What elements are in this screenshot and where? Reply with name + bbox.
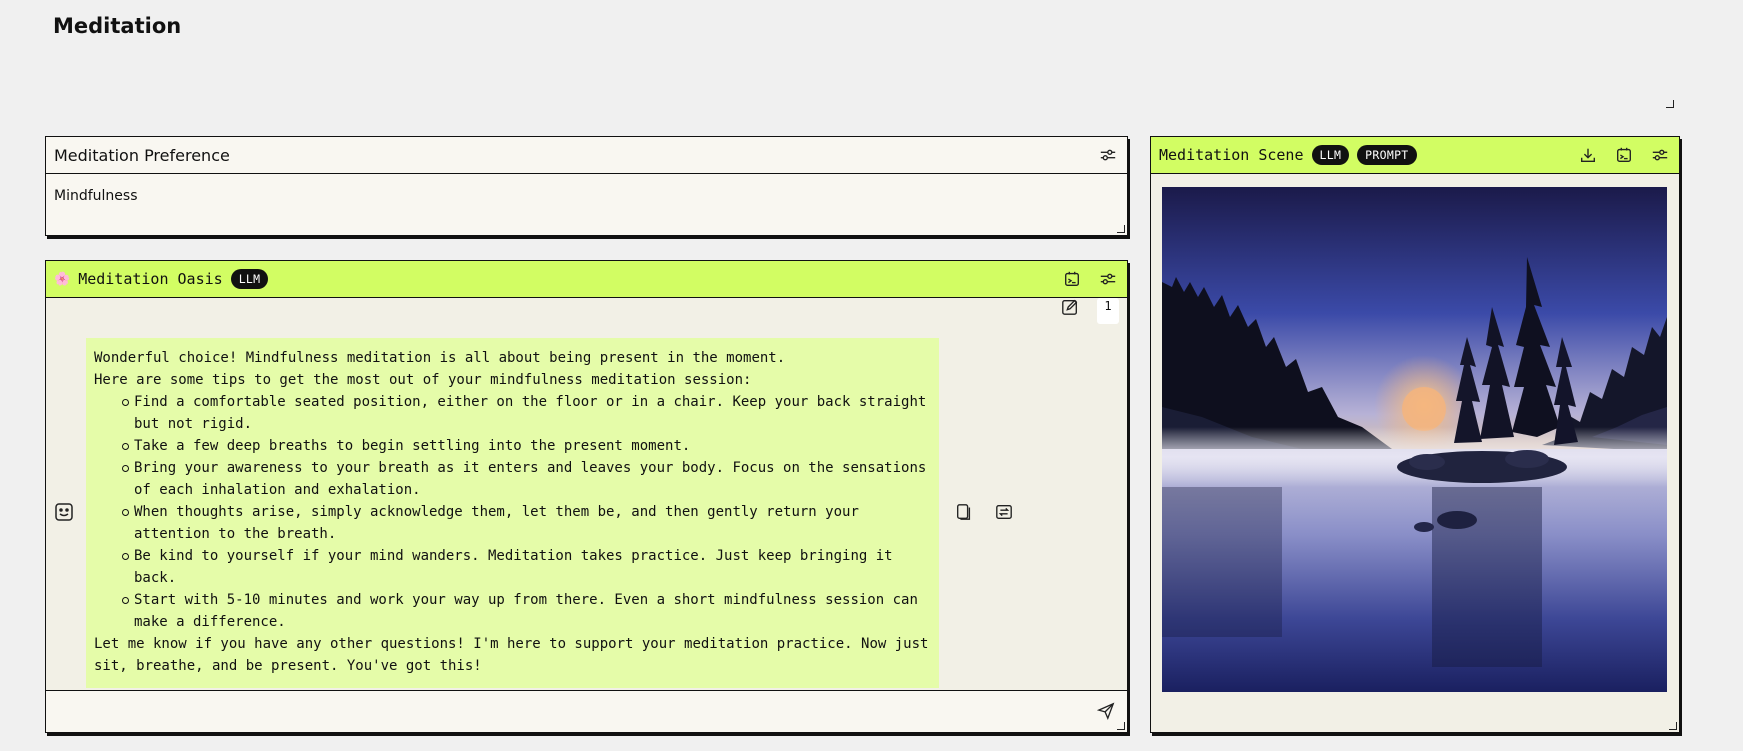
page-title: Meditation bbox=[53, 14, 182, 38]
list-item: Bring your awareness to your breath as i… bbox=[122, 457, 931, 501]
copy-icon bbox=[957, 504, 971, 520]
page-resize-handle[interactable] bbox=[1666, 100, 1674, 108]
sliders-icon bbox=[1100, 149, 1116, 161]
lake-scene-illustration bbox=[1162, 187, 1667, 692]
chat-input[interactable] bbox=[54, 697, 1054, 725]
list-item: Start with 5-10 minutes and work your wa… bbox=[122, 589, 931, 633]
message-lead: Here are some tips to get the most out o… bbox=[94, 372, 752, 388]
oasis-settings-button[interactable] bbox=[1097, 268, 1119, 290]
sliders-icon bbox=[1652, 149, 1668, 161]
message-count-badge: 1 bbox=[1097, 298, 1119, 324]
list-item: When thoughts arise, simply acknowledge … bbox=[122, 501, 931, 545]
export-icon bbox=[1065, 271, 1079, 286]
preference-header: Meditation Preference bbox=[46, 137, 1127, 174]
download-icon bbox=[1581, 148, 1595, 162]
list-item: Find a comfortable seated position, eith… bbox=[122, 391, 931, 435]
pencil-icon bbox=[1062, 299, 1078, 315]
export-icon bbox=[1617, 147, 1631, 162]
preference-panel: Meditation Preference Mindfulness bbox=[45, 136, 1128, 236]
regenerate-message-button[interactable] bbox=[993, 501, 1015, 523]
preference-resize-handle[interactable] bbox=[1117, 225, 1125, 233]
scene-body bbox=[1151, 174, 1679, 732]
regenerate-icon bbox=[996, 505, 1012, 519]
sliders-icon bbox=[1100, 273, 1116, 285]
copy-message-button[interactable] bbox=[953, 501, 975, 523]
flower-emoji: 🌸 bbox=[54, 271, 71, 287]
scene-panel: Meditation Scene LLM PROMPT bbox=[1150, 136, 1680, 733]
send-button[interactable] bbox=[1095, 700, 1117, 722]
scene-prompt-tag: PROMPT bbox=[1357, 145, 1417, 165]
list-item: Take a few deep breaths to begin settlin… bbox=[122, 435, 931, 457]
list-item: Be kind to yourself if your mind wanders… bbox=[122, 545, 931, 589]
scene-header: Meditation Scene LLM PROMPT bbox=[1151, 137, 1679, 174]
oasis-resize-handle[interactable] bbox=[1117, 722, 1125, 730]
oasis-export-button[interactable] bbox=[1061, 268, 1083, 290]
send-icon bbox=[1097, 702, 1115, 720]
scene-title: Meditation Scene bbox=[1159, 146, 1304, 164]
oasis-header: 🌸 Meditation Oasis LLM bbox=[46, 261, 1127, 298]
scene-download-button[interactable] bbox=[1577, 144, 1599, 166]
scene-llm-tag: LLM bbox=[1311, 145, 1350, 165]
scene-export-button[interactable] bbox=[1613, 144, 1635, 166]
oasis-llm-tag: LLM bbox=[230, 269, 269, 289]
chat-input-bar bbox=[46, 690, 1127, 732]
preference-settings-button[interactable] bbox=[1097, 144, 1119, 166]
oasis-title: Meditation Oasis bbox=[78, 270, 223, 288]
preference-value[interactable]: Mindfulness bbox=[46, 174, 1127, 218]
assistant-message: Wonderful choice! Mindfulness meditation… bbox=[86, 338, 939, 688]
assistant-avatar bbox=[54, 502, 74, 522]
scene-settings-button[interactable] bbox=[1649, 144, 1671, 166]
tips-list: Find a comfortable seated position, eith… bbox=[94, 391, 931, 633]
oasis-panel: 🌸 Meditation Oasis LLM 1 Wonderful choic… bbox=[45, 260, 1128, 733]
preference-title: Meditation Preference bbox=[54, 145, 230, 165]
scene-resize-handle[interactable] bbox=[1669, 722, 1677, 730]
message-intro: Wonderful choice! Mindfulness meditation… bbox=[94, 350, 786, 366]
message-outro: Let me know if you have any other questi… bbox=[94, 636, 929, 674]
robot-face-icon bbox=[55, 503, 73, 521]
edit-message-button[interactable] bbox=[1059, 298, 1081, 318]
scene-image bbox=[1162, 187, 1667, 692]
chat-area[interactable]: 1 Wonderful choice! Mindfulness meditati… bbox=[46, 298, 1127, 690]
